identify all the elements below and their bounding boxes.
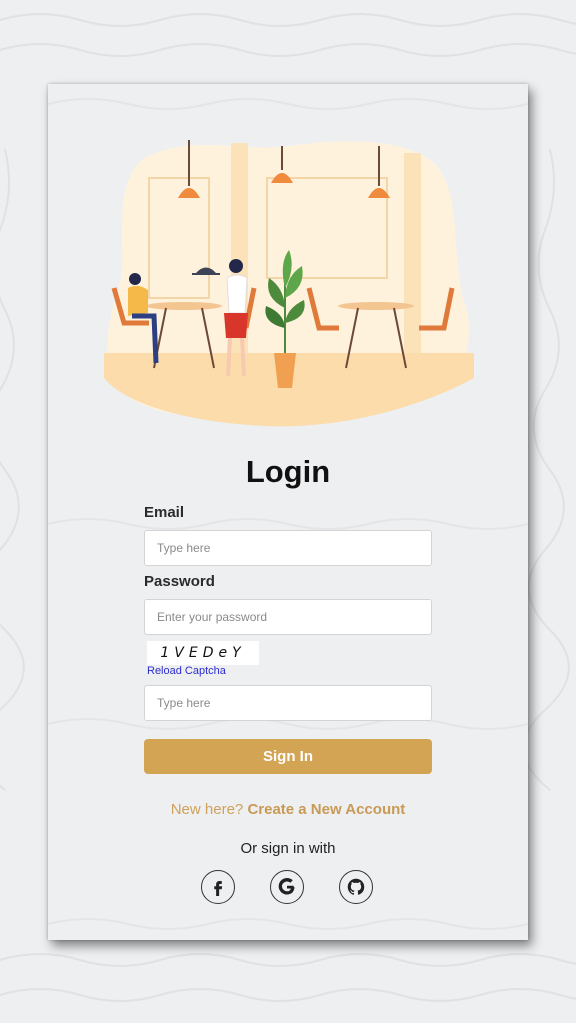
social-signin-label: Or sign in with [240,840,336,857]
google-button[interactable] [270,870,304,904]
new-account-prompt: New here? Create a New Account [48,801,528,818]
captcha-image: 1VEDeY [147,641,259,665]
create-account-link[interactable]: Create a New Account [247,801,405,818]
password-field[interactable] [144,599,432,635]
facebook-icon [214,881,223,896]
github-icon [347,878,365,895]
email-field[interactable] [144,530,432,566]
github-button[interactable] [339,870,373,904]
password-label: Password [144,573,215,590]
facebook-button[interactable] [201,870,235,904]
reload-captcha-link[interactable]: Reload Captcha [147,665,226,677]
login-card: Login Email Password 1VEDeY Reload Captc… [48,84,528,940]
google-icon [278,878,295,895]
email-label: Email [144,504,185,521]
captcha-input[interactable] [144,685,432,721]
sign-in-button[interactable]: Sign In [144,739,432,774]
restaurant-illustration [104,140,474,427]
page-title: Login [245,454,331,489]
new-here-text: New here? [170,801,244,818]
